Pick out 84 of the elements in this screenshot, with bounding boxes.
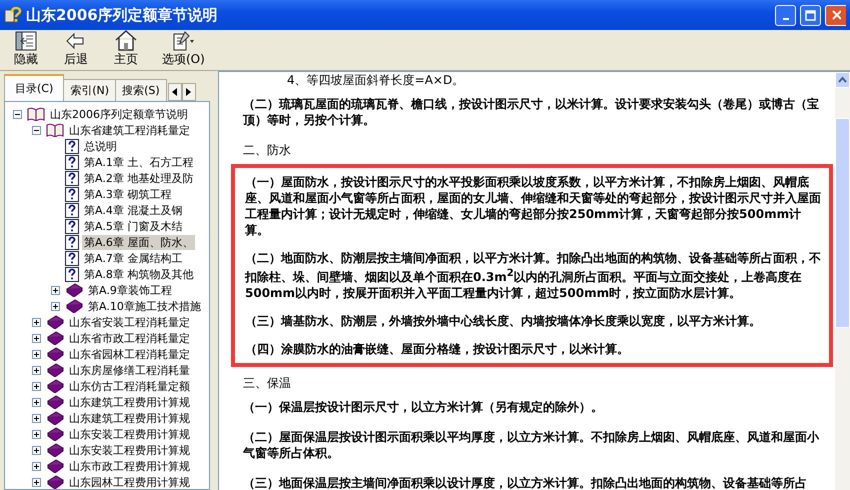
open-book-icon	[46, 123, 64, 137]
tree-item[interactable]: 第A.2章 地基处理及防	[82, 170, 196, 186]
home-icon	[114, 29, 138, 51]
help-page-icon	[65, 250, 79, 266]
nav-tab[interactable]: 搜索(S)	[115, 79, 167, 101]
expand-icon[interactable]	[32, 318, 41, 326]
minimize-icon	[782, 18, 788, 20]
expand-icon[interactable]	[51, 302, 60, 310]
paragraph: （一）屋面防水，按设计图示尺寸的水平投影面积乘以坡度系数，以平方米计算，不扣除房上烟囱、风帽底座、风道和屋面小气窗等所占面积，屋面的女儿墙、伸缩缝和天窗等处的弯起部分，按设计图示尺寸并入屋面工程量内计算；设计无规定时，伸缩缝、女儿墙的弯起部分按250mm计算，天窗弯起部分按500mm计算。	[245, 174, 821, 238]
tree-item[interactable]: 山东安装工程费用计算规	[67, 442, 192, 458]
tree-item[interactable]: 山东省建筑工程消耗量定	[67, 122, 192, 138]
expand-icon[interactable]	[32, 462, 41, 470]
help-page-icon	[65, 234, 79, 250]
tree-item[interactable]: 山东房屋修缮工程消耗量	[67, 362, 192, 378]
toolbar-button[interactable]: 后退	[56, 31, 96, 68]
paragraph: （二）屋面保温层按设计图示面积乘以平均厚度，以立方米计算。不扣除房上烟囱、风帽底座、风道和屋面小气窗等所占体积。	[243, 429, 820, 461]
expand-icon[interactable]	[32, 414, 41, 422]
vertical-scrollbar[interactable]	[835, 72, 850, 490]
paragraph: （二）琉璃瓦屋面的琉璃瓦脊、檐口线，按设计图示尺寸，以米计算。设计要求安装勾头（卷尾）或博古（宝顶）等时，另按个计算。	[243, 96, 820, 128]
tree-item[interactable]: 山东省市政工程消耗量定	[67, 330, 192, 346]
help-book-icon	[4, 6, 22, 24]
tree-item[interactable]: 山东建筑工程费用计算规	[67, 394, 192, 410]
section-heading: 二、防水	[243, 142, 292, 158]
formula-line: 4、等四坡屋面斜脊长度=A×D。	[287, 72, 466, 88]
close-icon	[831, 9, 841, 21]
toolbar-button[interactable]: 主页	[106, 29, 146, 68]
help-page-icon	[65, 154, 79, 170]
scroll-right-button[interactable]	[182, 83, 196, 101]
window-title: 山东2006序列定额章节说明	[26, 6, 219, 24]
tree-item[interactable]: 山东省园林工程消耗量定	[67, 346, 192, 362]
tree-item[interactable]: 山东市政工程费用计算规	[67, 458, 192, 474]
collapse-icon[interactable]	[13, 110, 22, 118]
tree-item[interactable]: 第A.8章 构筑物及其他	[82, 266, 196, 282]
expand-icon[interactable]	[32, 350, 41, 358]
expand-icon[interactable]	[32, 334, 41, 342]
tree-item[interactable]: 第A.9章装饰工程	[86, 282, 174, 298]
tree-item[interactable]: 山东建筑工程费用计算规	[67, 410, 192, 426]
tree-item[interactable]: 山东园林工程费用计算规	[67, 474, 192, 489]
tree-item[interactable]: 第A.3章 砌筑工程	[82, 186, 174, 202]
open-book-icon	[27, 107, 45, 121]
tree-item[interactable]: 第A.6章 屋面、防水、	[82, 234, 196, 250]
toolbar-button[interactable]: 隐藏	[6, 31, 46, 68]
expand-icon[interactable]	[32, 430, 41, 438]
maximize-icon	[805, 10, 816, 20]
right-triangle-icon	[186, 88, 192, 96]
tree-item[interactable]: 山东2006序列定额章节说明	[48, 106, 190, 122]
toolbar-button[interactable]: 选项(O)	[156, 31, 211, 68]
help-page-icon	[65, 266, 79, 282]
paragraph: （一）保温层按设计图示尺寸，以立方米计算（另有规定的除外）。	[243, 399, 604, 415]
tree-item[interactable]: 第A.10章施工技术措施	[86, 298, 203, 314]
help-page-icon	[65, 202, 79, 218]
expand-icon[interactable]	[32, 366, 41, 374]
paragraph: （二）地面防水、防潮层按主墙间净面积，以平方米计算。扣除凸出地面的构筑物、设备基础等所占面积，不扣除柱、垛、间壁墙、烟囱以及单个面积在0.3m$^{2}$以内的孔洞所占面积。平面与立面交接处，上卷高度在500mm以内时，按展开面积并入平面工程量内计算，超过500mm时，按立面防水层计算。	[245, 250, 821, 301]
tree-item[interactable]: 山东仿古工程消耗量定额	[67, 378, 192, 394]
nav-tab[interactable]: 索引(N)	[63, 79, 116, 101]
expand-icon[interactable]	[32, 382, 41, 390]
left-triangle-icon	[172, 88, 178, 96]
minimize-button[interactable]	[775, 4, 796, 26]
expand-icon[interactable]	[32, 478, 41, 486]
tree-item[interactable]: 总说明	[82, 138, 119, 154]
help-page-icon	[65, 138, 79, 154]
help-page-icon	[65, 186, 79, 202]
nav-tab[interactable]: 目录(C)	[4, 74, 64, 101]
maximize-button[interactable]	[800, 4, 821, 26]
section-heading: 三、保温	[243, 375, 292, 391]
paragraph: （三）墙基防水、防潮层，外墙按外墙中心线长度、内墙按墙体净长度乘以宽度，以平方米计算。	[245, 313, 762, 329]
options-document-icon	[171, 31, 196, 51]
close-button[interactable]	[825, 4, 846, 26]
tree-item[interactable]: 第A.5章 门窗及木结	[82, 218, 184, 234]
tree-item[interactable]: 第A.7章 金属结构工	[82, 250, 184, 266]
help-page-icon	[65, 170, 79, 186]
tree-item[interactable]: 第A.1章 土、石方工程	[82, 154, 196, 170]
scroll-left-button[interactable]	[168, 83, 182, 101]
expand-icon[interactable]	[32, 446, 41, 454]
tree-item[interactable]: 山东省安装工程消耗量定	[67, 314, 192, 330]
tree-item[interactable]: 第A.4章 混凝土及钢	[82, 202, 184, 218]
paragraph: （四）涂膜防水的油膏嵌缝、屋面分格缝，按设计图示尺寸，以米计算。	[245, 341, 630, 357]
hide-pane-icon	[15, 31, 37, 51]
collapse-icon[interactable]	[32, 126, 41, 134]
help-page-icon	[65, 218, 79, 234]
paragraph: （三）地面保温层按主墙间净面积乘以设计厚度，以立方米计算。扣除凸出地面的构筑物、设备基础等所占	[243, 475, 808, 490]
expand-icon[interactable]	[32, 398, 41, 406]
tree-item[interactable]: 山东安装工程费用计算规	[67, 426, 192, 442]
expand-icon[interactable]	[51, 286, 60, 294]
